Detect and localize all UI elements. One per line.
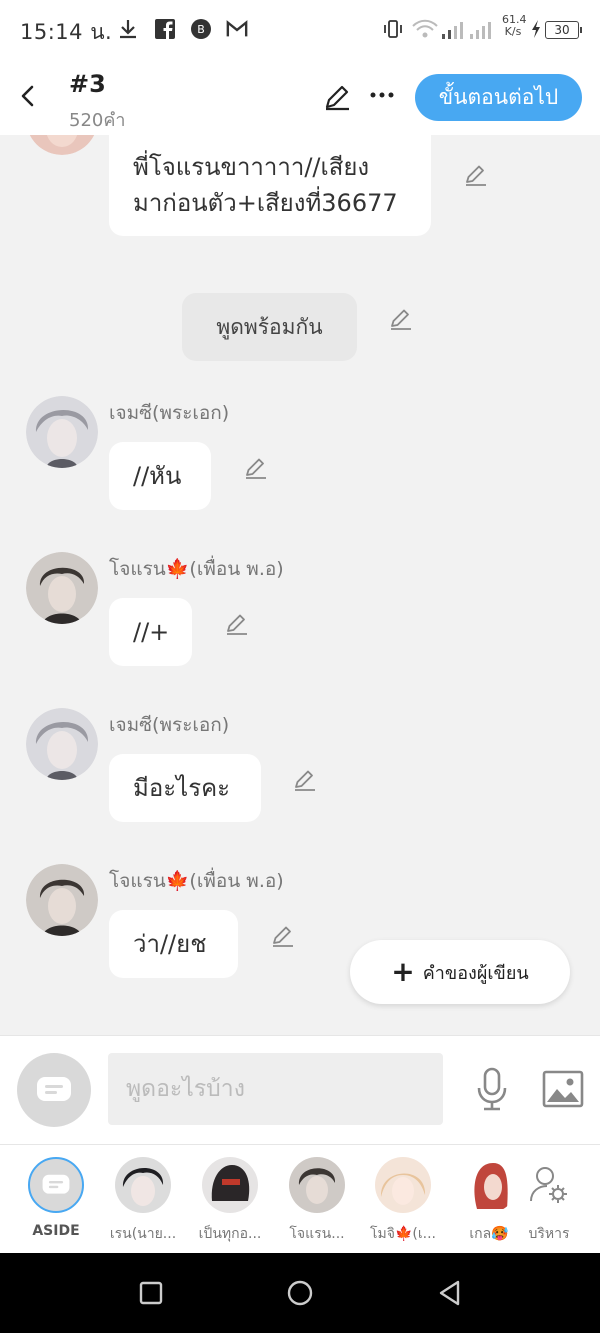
charging-icon — [532, 20, 540, 38]
avatar — [461, 1157, 517, 1213]
edit-message-icon[interactable] — [224, 611, 250, 637]
avatar — [115, 1157, 171, 1213]
vibrate-icon — [384, 20, 402, 38]
svg-text:B: B — [197, 23, 205, 36]
message-text: //หัน — [133, 462, 182, 490]
episode-title: #3 — [69, 70, 106, 98]
gmail-icon — [226, 20, 248, 37]
wifi-icon — [412, 19, 438, 38]
back-nav-icon[interactable] — [436, 1279, 464, 1307]
character-label: ASIDE — [32, 1223, 80, 1239]
net-speed-unit: K/s — [504, 25, 522, 38]
character-manage[interactable]: บริหาร — [510, 1157, 588, 1245]
app-notification-icon: B — [191, 19, 211, 39]
message-bubble[interactable]: ว่า//ยช — [109, 910, 238, 978]
edit-message-icon[interactable] — [270, 923, 296, 949]
system-navigation-bar — [0, 1253, 600, 1333]
signal-icon — [442, 22, 491, 39]
more-options-icon[interactable] — [369, 82, 395, 108]
word-count: 520คำ — [69, 110, 126, 131]
edit-message-icon[interactable] — [292, 767, 318, 793]
character-label: บริหาร — [528, 1226, 570, 1242]
author-note-label: คำของผู้เขียน — [422, 962, 529, 984]
edit-message-icon[interactable] — [463, 162, 489, 188]
avatar — [289, 1157, 345, 1213]
next-step-button[interactable]: ขั้นตอนต่อไป — [415, 74, 582, 121]
message-text-line: มาก่อนตัว+เสียงที่36677 — [133, 189, 398, 217]
speaker-name: โจแรน🍁(เพื่อน พ.อ) — [109, 870, 284, 892]
message-bubble[interactable]: //หัน — [109, 442, 211, 510]
plus-icon: + — [391, 955, 415, 988]
narration-bubble[interactable]: พูดพร้อมกัน — [182, 293, 357, 361]
download-icon — [120, 20, 136, 39]
message-text: //+ — [133, 618, 170, 646]
message-text: ว่า//ยช — [133, 930, 207, 958]
speaker-name: เจมซี(พระเอก) — [109, 402, 230, 424]
aside-icon — [28, 1157, 84, 1213]
chat-bubble-icon — [37, 1077, 71, 1101]
character-item[interactable]: เรน(นาย... — [104, 1157, 182, 1245]
chat-area: พี่โจแรนขาาาาา//เสียง มาก่อนตัว+เสียงที่… — [0, 135, 600, 1035]
facebook-icon — [155, 19, 175, 40]
character-avatar-jamesy[interactable] — [26, 708, 98, 780]
recent-apps-icon[interactable] — [137, 1279, 165, 1307]
character-avatar-joran[interactable] — [26, 552, 98, 624]
character-label: เป็นทุกอ... — [198, 1226, 262, 1242]
status-bar: 15:14 น. B 61.4 K/s 30 — [0, 0, 600, 60]
speaker-name: เจมซี(พระเอก) — [109, 714, 230, 736]
message-bubble[interactable]: //+ — [109, 598, 192, 666]
battery-indicator: 30 — [545, 21, 582, 39]
character-label: เรน(นาย... — [109, 1226, 177, 1242]
status-time: 15:14 น. — [20, 20, 113, 44]
image-icon[interactable] — [542, 1069, 584, 1109]
character-label: โมจิ🍁(เ... — [370, 1226, 436, 1242]
character-aside[interactable]: ASIDE — [17, 1157, 95, 1239]
add-author-note-button[interactable]: + คำของผู้เขียน — [350, 940, 570, 1004]
avatar — [375, 1157, 431, 1213]
message-text-line: พี่โจแรนขาาาาา//เสียง — [133, 153, 370, 181]
home-icon[interactable] — [286, 1279, 314, 1307]
avatar[interactable] — [26, 135, 98, 155]
microphone-icon[interactable] — [474, 1066, 510, 1112]
character-item[interactable]: โมจิ🍁(เ... — [364, 1157, 442, 1245]
message-input[interactable] — [108, 1053, 443, 1125]
character-avatar-jamesy[interactable] — [26, 396, 98, 468]
edit-title-icon[interactable] — [322, 82, 352, 112]
character-selector-bar: ASIDE เรน(นาย... เป็นทุกอ... โจแรน... โม… — [0, 1144, 600, 1254]
character-item[interactable]: เป็นทุกอ... — [191, 1157, 269, 1245]
message-text: มีอะไรคะ — [133, 774, 231, 802]
network-speed: 61.4 K/s — [502, 14, 527, 38]
manage-characters-icon — [521, 1157, 577, 1213]
app-bar: #3 520คำ ขั้นตอนต่อไป — [0, 60, 600, 135]
message-bubble[interactable]: พี่โจแรนขาาาาา//เสียง มาก่อนตัว+เสียงที่… — [109, 135, 431, 236]
speaker-name: โจแรน🍁(เพื่อน พ.อ) — [109, 558, 284, 580]
character-label: โจแรน... — [289, 1226, 345, 1242]
message-bubble[interactable]: มีอะไรคะ — [109, 754, 261, 822]
edit-message-icon[interactable] — [388, 306, 414, 332]
character-item[interactable]: โจแรน... — [278, 1157, 356, 1245]
back-icon[interactable] — [14, 82, 42, 110]
avatar — [202, 1157, 258, 1213]
composer-bar — [0, 1035, 600, 1144]
edit-message-icon[interactable] — [243, 455, 269, 481]
aside-toggle-button[interactable] — [17, 1053, 91, 1127]
character-avatar-joran[interactable] — [26, 864, 98, 936]
